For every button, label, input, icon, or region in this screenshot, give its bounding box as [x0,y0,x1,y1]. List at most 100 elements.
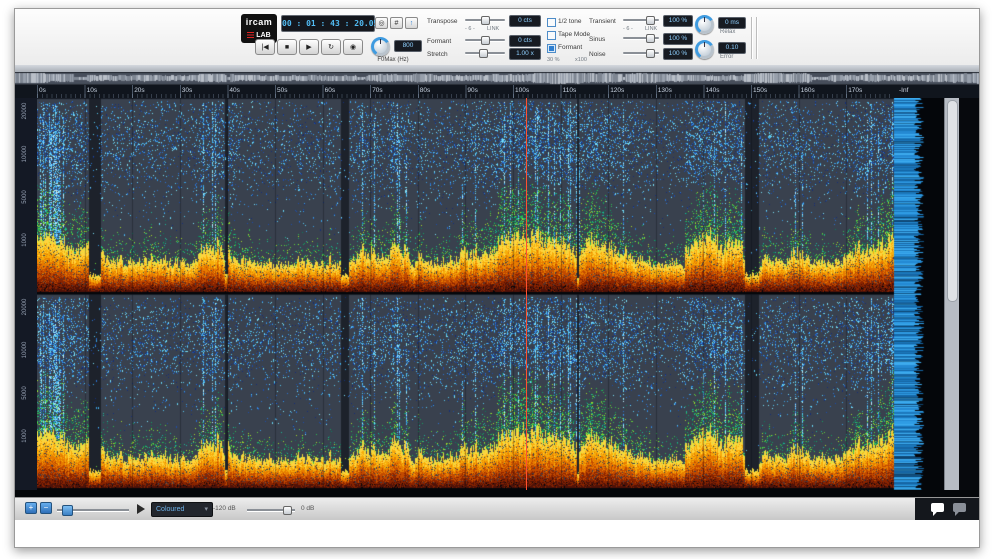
ruler-label: 50s [277,87,287,94]
relax-label: Relax [720,29,735,35]
sinus-value[interactable]: 100 % [663,33,693,45]
zoom-in-button[interactable]: + [25,502,37,514]
power-button[interactable]: ◎ [375,17,388,29]
transient-value[interactable]: 100 % [663,15,693,27]
frequency-tick-label: 5000 [22,380,28,406]
formant-checkbox-label: Formant [558,44,582,51]
error-value[interactable]: 0.10 [718,42,746,54]
ruler-label: 30s [182,87,192,94]
transpose-value[interactable]: 0 cts [509,15,541,27]
ruler-label: 100s [515,87,529,94]
half-tone-checkbox[interactable] [547,18,556,27]
error-knob[interactable] [695,40,714,59]
vertical-scrollbar[interactable] [944,98,959,490]
zoom-slider-thumb[interactable] [62,505,73,516]
stop-button[interactable]: ■ [277,39,297,55]
bottom-right-panel [915,498,979,520]
comment-bubble-icon[interactable] [931,503,944,512]
ruler-label: 150s [753,87,767,94]
comment-bubble-secondary-icon[interactable] [953,503,966,512]
noise-slider[interactable] [623,48,659,57]
ruler-label: 60s [325,87,335,94]
record-button[interactable]: ◉ [343,39,363,55]
semitone-button[interactable]: # [390,17,403,29]
lab-stripes-icon [247,32,254,39]
f0max-label: F0Max (Hz) [365,57,421,63]
ruler-label: 110s [563,87,577,94]
playhead[interactable] [526,98,527,490]
db-range-thumb[interactable] [283,506,292,515]
formant-checkbox[interactable] [547,44,556,53]
tape-mode-checkbox[interactable] [547,31,556,40]
frequency-tick-label: 1000 [22,227,28,253]
transpose-link-text: - 6 - LINK [465,26,499,32]
noise-value[interactable]: 100 % [663,48,693,60]
time-ruler[interactable]: -Inf 0s10s20s30s40s50s60s70s80s90s100s11… [15,85,979,98]
db-range-slider[interactable] [247,505,295,514]
ruler-label: 120s [610,87,624,94]
ruler-label: 160s [801,87,815,94]
ruler-end-label: -Inf [899,87,908,94]
toolbar-divider [751,17,752,59]
frequency-tick-label: 1000 [22,423,28,449]
ruler-label: 80s [420,87,430,94]
overview-canvas[interactable] [15,72,979,85]
arrow-up-button[interactable]: ↑ [405,17,418,29]
frequency-tick-label: 5000 [22,184,28,210]
ruler-label: 20s [134,87,144,94]
error-label: Error [720,54,733,60]
mini-play-icon[interactable] [137,504,145,514]
noise-label: Noise [589,51,606,58]
f0max-knob[interactable] [371,37,390,56]
sinus-label: Sinus [589,36,605,43]
loop-button[interactable]: ↻ [321,39,341,55]
bottom-edge-strip [15,490,979,497]
spectrogram-area[interactable]: 200001000050001000200001000050001000 [15,98,979,490]
app-window: ircam LAB 00 : 01 : 43 : 20.05 ◎ # ↑ |◀ … [14,8,980,548]
frequency-tick-label: 10000 [22,141,28,167]
formant-value[interactable]: 0 cts [509,35,541,47]
spectrogram-canvas[interactable] [37,98,944,490]
ruler-label: 130s [658,87,672,94]
waveform-overview[interactable] [15,72,979,85]
ruler-label: 170s [848,87,862,94]
play-button[interactable]: ▶ [299,39,319,55]
ruler-label: 0s [39,87,46,94]
relax-knob[interactable] [695,15,714,34]
engine-link-text: - 6 - LINK [623,26,657,32]
stretch-value[interactable]: 1.00 x [509,48,541,60]
display-mode-dropdown[interactable]: Coloured ▾ [151,502,213,517]
transpose-slider[interactable] [465,15,505,24]
right-gutter [959,98,979,490]
vertical-scrollbar-thumb[interactable] [947,100,958,302]
ruler-label: 140s [705,87,719,94]
toolbar-divider [756,17,757,59]
tape-mode-label: Tape Mode [558,31,590,38]
frequency-axis: 200001000050001000200001000050001000 [15,98,37,490]
transient-label: Transient [589,18,616,25]
timecode-display: 00 : 01 : 43 : 20.05 [281,15,375,32]
rewind-button[interactable]: |◀ [255,39,275,55]
toolbar: ircam LAB 00 : 01 : 43 : 20.05 ◎ # ↑ |◀ … [15,9,979,66]
ruler-label: 70s [372,87,382,94]
f0max-value[interactable]: 800 [394,40,422,52]
sinus-slider[interactable] [623,33,659,42]
stretch-slider[interactable] [465,48,505,57]
display-mode-value: Coloured [156,503,184,516]
frequency-tick-label: 20000 [22,98,28,124]
db-high-label: 0 dB [301,505,314,512]
transient-slider[interactable] [623,15,659,24]
ruler-label: 40s [229,87,239,94]
db-low-label: -120 dB [213,505,236,512]
zoom-out-button[interactable]: − [40,502,52,514]
formant-slider-label: Formant [427,38,451,45]
frequency-tick-label: 10000 [22,337,28,363]
zoom-slider[interactable] [57,505,129,514]
ruler-label: 90s [467,87,477,94]
relax-value[interactable]: 0 ms [718,17,746,29]
stretch-range-high: x100 [575,57,587,63]
half-tone-label: 1/2 tone [558,18,582,25]
formant-slider[interactable] [465,35,505,44]
transpose-label: Transpose [427,18,457,25]
chevron-down-icon: ▾ [204,503,208,516]
